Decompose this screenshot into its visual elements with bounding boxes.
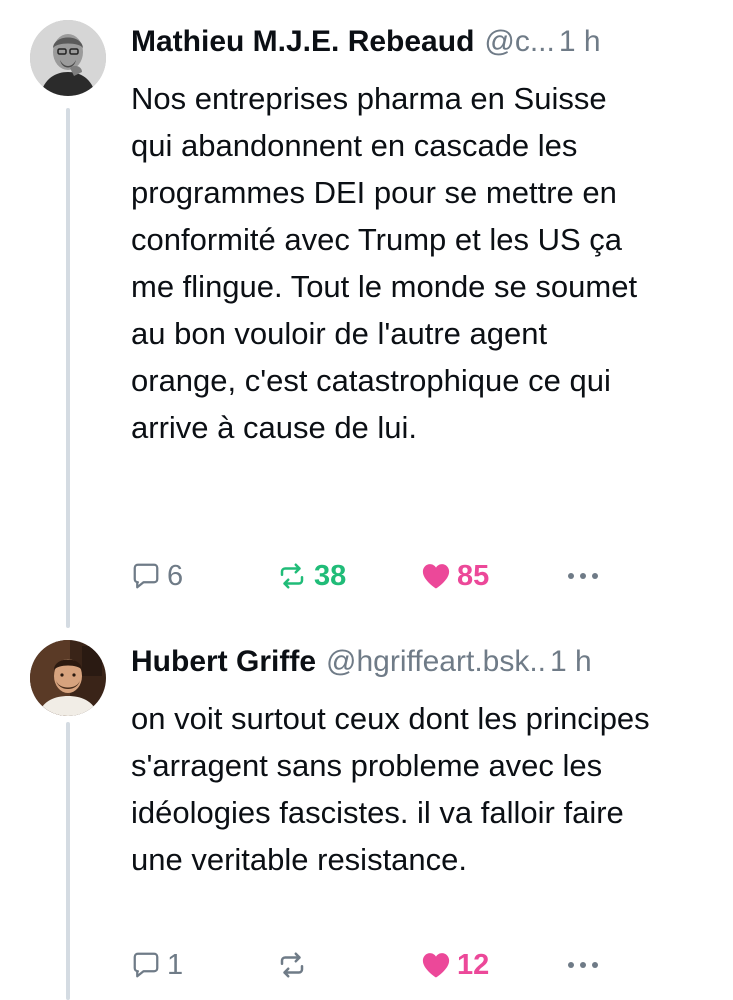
like-count: 12	[457, 948, 490, 981]
author-handle[interactable]: @c...	[484, 20, 554, 64]
avatar[interactable]	[30, 640, 106, 716]
post-text: Nos entreprises pharma en Suisse qui aba…	[131, 81, 638, 445]
more-options-button[interactable]	[566, 556, 600, 596]
heart-icon	[422, 564, 450, 589]
ellipsis-icon	[568, 962, 598, 968]
ellipsis-icon	[568, 573, 598, 579]
thread-connector-line	[66, 722, 70, 1000]
like-button[interactable]: 85	[421, 556, 489, 596]
reply-button[interactable]: 1	[131, 945, 183, 985]
heart-icon	[422, 953, 450, 978]
post-timestamp[interactable]: 1 h	[559, 20, 601, 64]
reply-count: 1	[167, 948, 184, 981]
repost-arrows-icon	[280, 563, 304, 589]
thread-connector-line	[66, 108, 70, 628]
post-header: Hubert Griffe @hgriffeart.bsk.. 1 h	[131, 640, 711, 684]
avatar[interactable]	[30, 20, 106, 96]
post-header: Mathieu M.J.E. Rebeaud @c... 1 h	[131, 20, 711, 64]
more-options-button[interactable]	[566, 945, 600, 985]
like-count: 85	[457, 559, 490, 592]
post-text: on voit surtout ceux dont les principes …	[131, 701, 650, 877]
author-name[interactable]: Mathieu M.J.E. Rebeaud	[131, 20, 474, 64]
avatar-photo-mathieu	[30, 20, 106, 96]
author-handle[interactable]: @hgriffeart.bsk..	[326, 640, 546, 684]
speech-bubble-icon	[133, 563, 159, 589]
reply-button[interactable]: 6	[131, 556, 183, 596]
post[interactable]: Hubert Griffe @hgriffeart.bsk.. 1 h on v…	[131, 640, 711, 981]
post-timestamp[interactable]: 1 h	[550, 640, 592, 684]
avatar-photo-hubert	[30, 640, 106, 716]
repost-button[interactable]: 38	[276, 556, 346, 596]
repost-count: 38	[314, 559, 347, 592]
speech-bubble-icon	[133, 952, 159, 978]
repost-arrows-icon	[280, 952, 304, 978]
like-button[interactable]: 12	[421, 945, 489, 985]
post[interactable]: Mathieu M.J.E. Rebeaud @c... 1 h Nos ent…	[131, 20, 711, 592]
reply-count: 6	[167, 559, 184, 592]
repost-button[interactable]	[276, 945, 314, 985]
author-name[interactable]: Hubert Griffe	[131, 640, 316, 684]
